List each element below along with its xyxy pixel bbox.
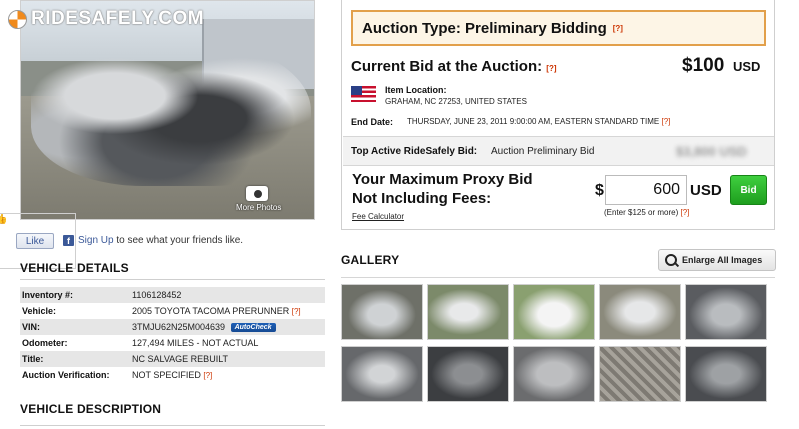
top-bid-value: Auction Preliminary Bid	[491, 146, 595, 157]
bid-button[interactable]: Bid	[730, 175, 767, 205]
divider	[20, 279, 325, 280]
auction-type-label: Auction Type: Preliminary Bidding	[362, 19, 607, 37]
top-bid-label: Top Active RideSafely Bid:	[351, 146, 478, 157]
detail-value-cell: 3TMJU62N25M004639 AutoCheck	[130, 319, 325, 335]
current-bid-label-text: Current Bid at the Auction:	[351, 58, 543, 75]
help-link[interactable]: [?]	[681, 208, 690, 217]
top-bid-hidden-amount: $3,800 USD	[676, 144, 747, 159]
gallery-title: GALLERY	[341, 253, 400, 267]
facebook-icon: f	[63, 235, 74, 246]
detail-label: VIN:	[20, 319, 130, 335]
vehicle-description-title: VEHICLE DESCRIPTION	[20, 402, 162, 416]
bid-hint: (Enter $125 or more) [?]	[604, 208, 689, 217]
gallery-thumbnail[interactable]	[599, 346, 681, 402]
table-row: Title: NC SALVAGE REBUILT	[20, 351, 325, 367]
table-row: Auction Verification: NOT SPECIFIED [?]	[20, 367, 325, 383]
table-row: VIN: 3TMJU62N25M004639 AutoCheck	[20, 319, 325, 335]
ridesafely-logo: RIDESAFELY.COM	[8, 8, 204, 30]
detail-value: 127,494 MILES - NOT ACTUAL	[132, 338, 259, 348]
gallery-thumbnail[interactable]	[599, 284, 681, 340]
current-bid-label: Current Bid at the Auction: [?]	[351, 58, 557, 75]
gallery-thumbnail[interactable]	[341, 346, 423, 402]
current-bid-amount: $100	[682, 55, 725, 76]
item-location-label: Item Location:	[385, 85, 447, 95]
facebook-like-button[interactable]: 👍 Like	[0, 213, 76, 269]
help-link[interactable]: [?]	[613, 24, 623, 33]
detail-label: Auction Verification:	[22, 370, 110, 380]
gallery-thumbnail[interactable]	[513, 346, 595, 402]
current-bid-currency: USD	[733, 59, 761, 74]
detail-value: 1106128452	[130, 287, 325, 303]
gallery-thumbnail[interactable]	[427, 284, 509, 340]
end-date-text: THURSDAY, JUNE 23, 2011 9:00:00 AM, EAST…	[407, 117, 660, 126]
detail-label: Inventory #:	[20, 287, 130, 303]
logo-text: RIDESAFELY.COM	[31, 8, 205, 29]
end-date-label: End Date:	[351, 117, 394, 127]
max-bid-currency: USD	[690, 182, 722, 199]
gallery-thumbnail[interactable]	[427, 346, 509, 402]
ridesafely-logo-icon	[8, 9, 27, 29]
dollar-sign: $	[595, 182, 604, 199]
item-location-value: GRAHAM, NC 27253, UNITED STATES	[385, 97, 527, 106]
detail-label: Odometer:	[22, 338, 68, 348]
help-link[interactable]: [?]	[203, 371, 212, 380]
facebook-signup-link[interactable]: Sign Up	[78, 235, 114, 246]
bid-hint-text: (Enter $125 or more)	[604, 208, 679, 217]
main-vehicle-photo[interactable]	[20, 0, 315, 220]
end-date-value: THURSDAY, JUNE 23, 2011 9:00:00 AM, EAST…	[407, 117, 670, 126]
camera-icon[interactable]	[246, 186, 268, 201]
table-row: Inventory #: 1106128452	[20, 287, 325, 303]
gallery-thumbnail[interactable]	[685, 346, 767, 402]
help-link[interactable]: [?]	[292, 307, 301, 316]
divider	[20, 425, 325, 426]
help-link[interactable]: [?]	[661, 117, 670, 126]
vehicle-details-table: Inventory #: 1106128452 Vehicle: 2005 TO…	[20, 287, 325, 383]
signup-suffix: to see what your friends like.	[113, 235, 244, 246]
more-photos-link[interactable]: More Photos	[236, 203, 281, 212]
gallery-thumbnail[interactable]	[341, 284, 423, 340]
table-row: Odometer: 127,494 MILES - NOT ACTUAL	[20, 335, 325, 351]
detail-value-cell: 2005 TOYOTA TACOMA PRERUNNER [?]	[130, 303, 325, 319]
autocheck-button[interactable]: AutoCheck	[230, 323, 276, 333]
divider	[343, 165, 774, 166]
help-link[interactable]: [?]	[546, 64, 556, 73]
detail-label: Vehicle:	[22, 306, 57, 316]
detail-label: Title:	[20, 351, 130, 367]
max-bid-input[interactable]	[605, 175, 687, 205]
magnifier-icon	[665, 254, 677, 266]
detail-value-cell: NOT SPECIFIED [?]	[130, 367, 325, 383]
detail-value: NOT SPECIFIED	[132, 370, 201, 380]
facebook-signup-text: Sign Up to see what your friends like.	[78, 235, 243, 246]
detail-value: 2005 TOYOTA TACOMA PRERUNNER	[132, 306, 290, 316]
enlarge-all-images-button[interactable]: Enlarge All Images	[658, 249, 776, 271]
auction-type-box: Auction Type: Preliminary Bidding [?]	[351, 10, 766, 46]
table-row: Vehicle: 2005 TOYOTA TACOMA PRERUNNER [?…	[20, 303, 325, 319]
us-flag-icon	[351, 86, 376, 102]
gallery-thumbnail[interactable]	[685, 284, 767, 340]
enlarge-label: Enlarge All Images	[682, 255, 763, 265]
gallery-thumbnail[interactable]	[513, 284, 595, 340]
fee-calculator-link[interactable]: Fee Calculator	[352, 212, 404, 221]
max-proxy-bid-label: Your Maximum Proxy Bid Not Including Fee…	[352, 171, 533, 207]
vin-value: 3TMJU62N25M004639	[132, 321, 226, 332]
vehicle-details-title: VEHICLE DETAILS	[20, 261, 129, 275]
divider	[341, 277, 775, 278]
detail-value: NC SALVAGE REBUILT	[130, 351, 325, 367]
